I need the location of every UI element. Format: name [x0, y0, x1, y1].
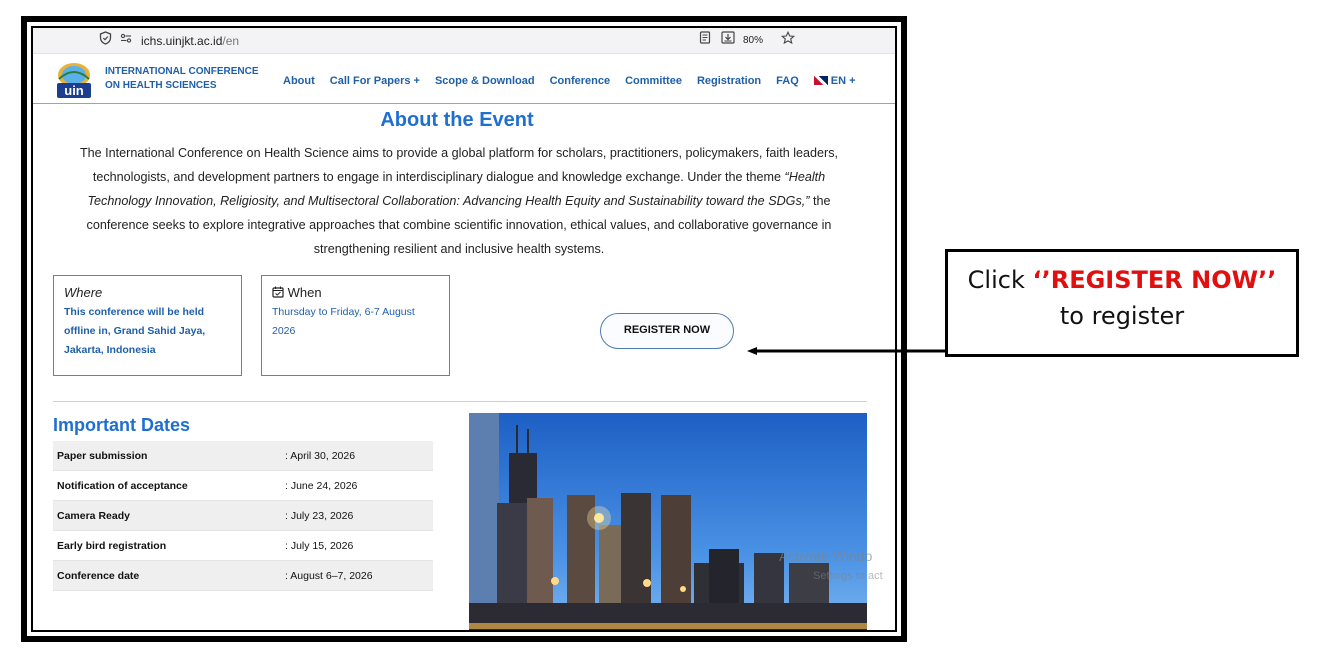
table-row: Early bird registration : July 15, 2026	[53, 531, 433, 561]
table-row: Camera Ready : July 23, 2026	[53, 501, 433, 531]
browser-viewport: ichs.uinjkt.ac.id/en 80% uin INTERNATION…	[31, 26, 897, 632]
logo-text: uin	[64, 83, 84, 98]
language-switcher[interactable]: EN +	[813, 75, 856, 87]
main-nav: About Call For Papers + Scope & Download…	[283, 75, 871, 87]
date-value: : July 23, 2026	[285, 510, 354, 522]
section-divider	[53, 401, 867, 402]
nav-registration[interactable]: Registration	[697, 75, 761, 87]
uin-logo-icon: uin	[57, 63, 91, 98]
table-row: Paper submission : April 30, 2026	[53, 441, 433, 471]
event-text-part1: The International Conference on Health S…	[79, 146, 839, 184]
date-label: Camera Ready	[57, 510, 130, 522]
url-domain: ichs.uinjkt.ac.id	[141, 34, 223, 48]
event-description: The International Conference on Health S…	[61, 141, 857, 261]
download-icon[interactable]	[721, 31, 735, 47]
callout-prefix: Click	[967, 266, 1033, 294]
when-title: When	[287, 285, 322, 300]
where-title: Where	[64, 285, 103, 300]
where-body: This conference will be held offline in,…	[64, 306, 206, 356]
city-skyline-image	[469, 413, 867, 630]
callout-line1: Click ‘’REGISTER NOW’’	[948, 266, 1296, 294]
url-path: /en	[222, 34, 240, 48]
site-logo[interactable]: uin	[53, 59, 95, 101]
activate-windows-watermark: Activate Windo	[779, 548, 873, 564]
bookmark-star-icon[interactable]	[780, 30, 796, 48]
nav-conference[interactable]: Conference	[550, 75, 611, 87]
date-label: Paper submission	[57, 450, 148, 462]
screenshot-frame: ichs.uinjkt.ac.id/en 80% uin INTERNATION…	[21, 16, 907, 642]
language-label: EN +	[830, 75, 856, 87]
callout-line2: to register	[1059, 302, 1185, 330]
site-permissions-icon[interactable]	[119, 31, 133, 48]
date-value: : June 24, 2026	[285, 480, 358, 492]
site-name[interactable]: INTERNATIONAL CONFERENCE ON HEALTH SCIEN…	[105, 65, 259, 93]
frame-inner: ichs.uinjkt.ac.id/en 80% uin INTERNATION…	[27, 22, 901, 636]
annotation-arrow	[747, 347, 945, 355]
nav-committee[interactable]: Committee	[625, 75, 682, 87]
table-row: Conference date : August 6–7, 2026	[53, 561, 433, 591]
when-body: Thursday to Friday, 6-7 August 2026	[272, 306, 415, 337]
reader-view-icon[interactable]	[699, 31, 711, 47]
table-row: Notification of acceptance : June 24, 202…	[53, 471, 433, 501]
date-value: : August 6–7, 2026	[285, 570, 373, 582]
date-value: : April 30, 2026	[285, 450, 356, 462]
callout-highlight: ‘’REGISTER NOW’’	[1032, 266, 1277, 294]
site-name-line1: INTERNATIONAL CONFERENCE	[105, 66, 259, 77]
instruction-callout: Click ‘’REGISTER NOW’’ to register	[945, 249, 1299, 357]
when-card: When Thursday to Friday, 6-7 August 2026	[261, 275, 450, 376]
event-title: About the Event	[380, 109, 534, 131]
activate-windows-watermark-sub: Settings to act	[813, 570, 883, 582]
important-dates-title: Important Dates	[53, 415, 191, 435]
date-label: Notification of acceptance	[57, 480, 188, 492]
important-dates-table: Paper submission : April 30, 2026 Notific…	[53, 441, 433, 591]
nav-call-for-papers[interactable]: Call For Papers +	[330, 75, 420, 87]
date-label: Conference date	[57, 570, 140, 582]
page-content: About the Event The International Confer…	[33, 105, 895, 630]
date-label: Early bird registration	[57, 540, 167, 552]
site-header: uin INTERNATIONAL CONFERENCE ON HEALTH S…	[33, 55, 895, 104]
when-heading: When	[272, 285, 439, 300]
nav-faq[interactable]: FAQ	[776, 75, 799, 87]
nav-about[interactable]: About	[283, 75, 315, 87]
where-card: Where This conference will be held offli…	[53, 275, 242, 376]
site-name-line2: ON HEALTH SCIENCES	[105, 80, 217, 91]
nav-scope-download[interactable]: Scope & Download	[435, 75, 535, 87]
date-value: : July 15, 2026	[285, 540, 354, 552]
zoom-level[interactable]: 80%	[743, 35, 763, 46]
browser-address-bar: ichs.uinjkt.ac.id/en 80%	[33, 28, 895, 54]
url-text[interactable]: ichs.uinjkt.ac.id/en	[141, 34, 239, 48]
uk-flag-icon	[813, 76, 828, 85]
shield-icon[interactable]	[99, 31, 112, 48]
register-now-button[interactable]: REGISTER NOW	[600, 313, 734, 349]
calendar-icon	[272, 285, 284, 300]
